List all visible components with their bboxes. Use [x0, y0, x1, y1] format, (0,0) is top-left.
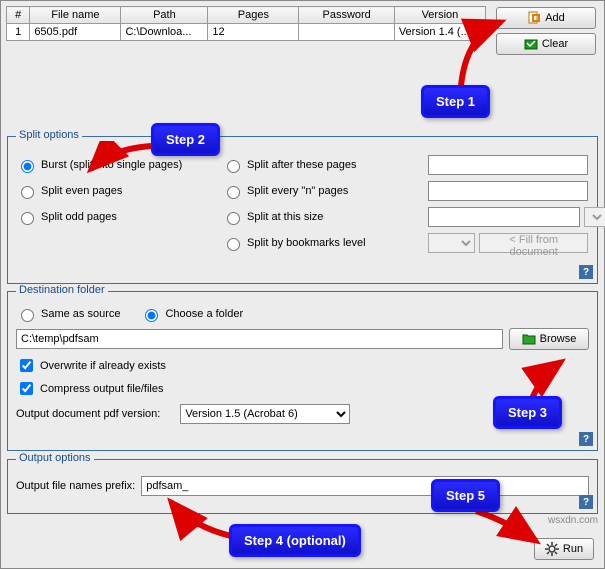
cell-version: Version 1.4 (... — [394, 24, 485, 41]
file-table[interactable]: # File name Path Pages Password Version … — [6, 6, 486, 41]
clear-button-label: Clear — [542, 38, 568, 50]
check-compress[interactable]: Compress output file/files — [16, 379, 589, 398]
dest-help-icon[interactable]: ? — [579, 432, 593, 446]
radio-after-label: Split after these pages — [247, 159, 356, 171]
file-action-buttons: Add Clear — [496, 7, 596, 55]
browse-button[interactable]: Browse — [509, 328, 589, 350]
radio-odd-label: Split odd pages — [41, 211, 117, 223]
radio-even-label: Split even pages — [41, 185, 122, 197]
destination-legend: Destination folder — [16, 284, 108, 296]
run-button-label: Run — [563, 543, 583, 555]
radio-bookmarks[interactable]: Split by bookmarks level — [222, 235, 422, 251]
callout-step-1: Step 1 — [421, 85, 490, 118]
cell-password — [299, 24, 394, 41]
col-filename[interactable]: File name — [30, 7, 121, 24]
atsize-unit-select[interactable] — [584, 207, 605, 227]
radio-atsize[interactable]: Split at this size — [222, 209, 422, 225]
radio-everyn-input[interactable] — [227, 186, 240, 199]
col-version[interactable]: Version — [394, 7, 485, 24]
radio-atsize-label: Split at this size — [247, 211, 323, 223]
clear-icon — [524, 37, 538, 51]
output-help-icon[interactable]: ? — [579, 495, 593, 509]
col-num[interactable]: # — [7, 7, 30, 24]
radio-after-pages[interactable]: Split after these pages — [222, 157, 422, 173]
col-password[interactable]: Password — [299, 7, 394, 24]
bookmark-level-select[interactable] — [428, 233, 475, 253]
cell-path: C:\Downloa... — [121, 24, 208, 41]
radio-burst-label: Burst (split into single pages) — [41, 159, 182, 171]
radio-bookmarks-input[interactable] — [227, 238, 240, 251]
check-compress-label: Compress output file/files — [40, 383, 164, 395]
after-pages-input[interactable] — [428, 155, 588, 175]
check-compress-input[interactable] — [20, 382, 33, 395]
gear-icon — [545, 542, 559, 556]
radio-odd-input[interactable] — [21, 212, 34, 225]
clear-button[interactable]: Clear — [496, 33, 596, 55]
split-help-icon[interactable]: ? — [579, 265, 593, 279]
radio-bookmarks-label: Split by bookmarks level — [247, 237, 366, 249]
col-path[interactable]: Path — [121, 7, 208, 24]
radio-burst[interactable]: Burst (split into single pages) — [16, 157, 216, 173]
cell-filename: 6505.pdf — [30, 24, 121, 41]
split-options-legend: Split options — [16, 129, 82, 141]
radio-after-input[interactable] — [227, 160, 240, 173]
output-pdf-version-label: Output document pdf version: — [16, 408, 160, 420]
radio-same-source[interactable]: Same as source — [16, 306, 120, 322]
prefix-label: Output file names prefix: — [16, 480, 135, 492]
file-table-area: # File name Path Pages Password Version … — [6, 6, 486, 41]
check-overwrite-input[interactable] — [20, 359, 33, 372]
callout-step-4: Step 4 (optional) — [229, 524, 361, 557]
everyn-input[interactable] — [428, 181, 588, 201]
radio-same-input[interactable] — [21, 309, 34, 322]
radio-everyn[interactable]: Split every "n" pages — [222, 183, 422, 199]
table-row[interactable]: 1 6505.pdf C:\Downloa... 12 Version 1.4 … — [7, 24, 486, 41]
atsize-input[interactable] — [428, 207, 580, 227]
radio-everyn-label: Split every "n" pages — [247, 185, 348, 197]
radio-odd[interactable]: Split odd pages — [16, 209, 216, 225]
folder-icon — [522, 332, 536, 346]
output-pdf-version-select[interactable]: Version 1.5 (Acrobat 6) — [180, 404, 350, 424]
check-overwrite[interactable]: Overwrite if already exists — [16, 356, 589, 375]
output-options-legend: Output options — [16, 452, 94, 464]
destination-panel: Destination folder Same as source Choose… — [7, 291, 598, 451]
radio-atsize-input[interactable] — [227, 212, 240, 225]
radio-burst-input[interactable] — [21, 160, 34, 173]
radio-choose-input[interactable] — [145, 309, 158, 322]
split-options-panel: Split options Burst (split into single p… — [7, 136, 598, 284]
destination-path-input[interactable] — [16, 329, 503, 349]
output-options-panel: Output options Output file names prefix:… — [7, 459, 598, 514]
cell-pages: 12 — [208, 24, 299, 41]
radio-choose-folder[interactable]: Choose a folder — [140, 306, 243, 322]
add-button[interactable]: Add — [496, 7, 596, 29]
watermark: wsxdn.com — [548, 515, 598, 526]
run-button[interactable]: Run — [534, 538, 594, 560]
cell-num: 1 — [7, 24, 30, 41]
check-overwrite-label: Overwrite if already exists — [40, 360, 166, 372]
col-pages[interactable]: Pages — [208, 7, 299, 24]
fill-from-document-button: < Fill from document — [479, 233, 588, 253]
radio-even-input[interactable] — [21, 186, 34, 199]
add-button-label: Add — [545, 12, 565, 24]
radio-even[interactable]: Split even pages — [16, 183, 216, 199]
browse-button-label: Browse — [540, 333, 577, 345]
add-file-icon — [527, 11, 541, 25]
radio-same-label: Same as source — [41, 308, 120, 320]
radio-choose-label: Choose a folder — [165, 308, 243, 320]
prefix-input[interactable] — [141, 476, 589, 496]
